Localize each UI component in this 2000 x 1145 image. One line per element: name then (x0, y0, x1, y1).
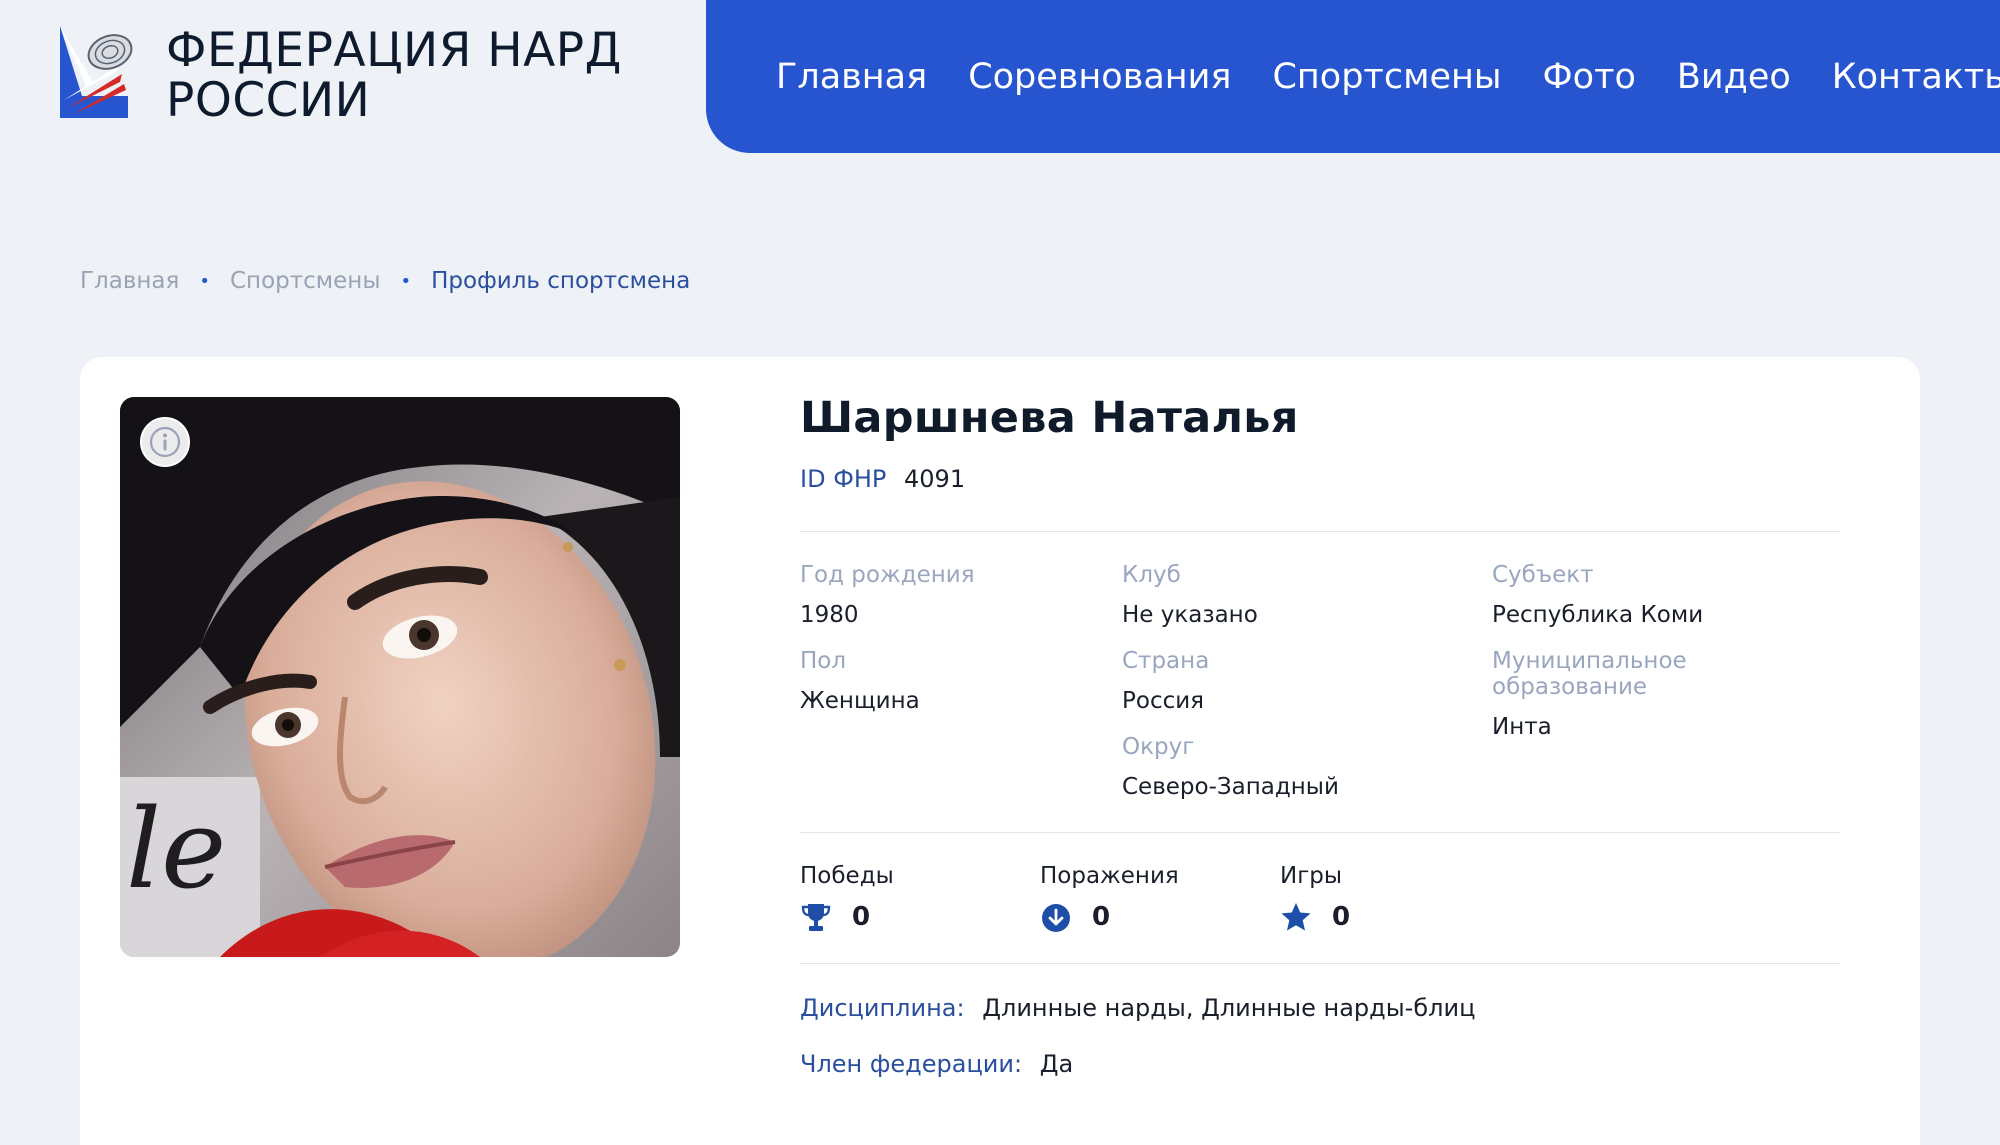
membership-row: Член федерации: Да (800, 1050, 1840, 1078)
nav-contacts[interactable]: Контакты (1832, 57, 2000, 97)
field-label: Округ (1122, 734, 1195, 760)
site-logo[interactable]: ФЕДЕРАЦИЯ НАРД РОССИИ (60, 26, 622, 126)
field-country: Страна Россия (1122, 648, 1209, 714)
nav-home[interactable]: Главная (776, 57, 927, 97)
nav-photo[interactable]: Фото (1543, 57, 1636, 97)
stat-losses: Поражения 0 (1040, 863, 1179, 933)
trophy-icon (800, 901, 832, 933)
field-value: Россия (1122, 688, 1205, 714)
field-district: Округ Северо-Западный (1122, 734, 1339, 800)
stat-label: Победы (800, 863, 894, 889)
breadcrumb-home[interactable]: Главная (80, 268, 179, 294)
breadcrumb-separator: • (400, 270, 412, 292)
field-label: Муниципальное образование (1492, 648, 1687, 700)
field-label: Страна (1122, 648, 1210, 674)
discipline-label: Дисциплина: (800, 994, 965, 1022)
field-value: Республика Коми (1492, 602, 1704, 628)
field-value: Женщина (800, 688, 920, 714)
stat-label: Поражения (1040, 863, 1179, 889)
athlete-details: Шаршнева Наталья ID ФНР 4091 Год рождени… (800, 393, 1840, 1106)
field-label: Пол (800, 648, 847, 674)
main-nav: Главная Соревнования Спортсмены Фото Вид… (706, 0, 2000, 153)
page: ФЕДЕРАЦИЯ НАРД РОССИИ Главная Соревнован… (0, 0, 2000, 1145)
field-value: Северо-Западный (1122, 774, 1339, 800)
profile-card: le Шаршнева Наталья ID ФНР 4091 Год рожд… (80, 357, 1920, 1145)
athlete-id-value: 4091 (904, 465, 966, 493)
field-municipality: Муниципальное образование Инта (1492, 648, 1840, 740)
nav-athletes[interactable]: Спортсмены (1272, 57, 1501, 97)
stat-games: Игры 0 (1280, 863, 1350, 933)
field-club: Клуб Не указано (1122, 562, 1258, 628)
athlete-id: ID ФНР 4091 (800, 465, 1840, 493)
field-subject: Субъект Республика Коми (1492, 562, 1703, 628)
field-label: Год рождения (800, 562, 975, 588)
discipline-row: Дисциплина: Длинные нарды, Длинные нарды… (800, 994, 1840, 1022)
athlete-photo: le (120, 397, 680, 957)
logo-line-1: ФЕДЕРАЦИЯ НАРД (166, 23, 622, 78)
logo-text: ФЕДЕРАЦИЯ НАРД РОССИИ (166, 26, 622, 126)
breadcrumb-athletes[interactable]: Спортсмены (230, 268, 381, 294)
athlete-meta: Дисциплина: Длинные нарды, Длинные нарды… (800, 994, 1840, 1078)
breadcrumb-separator: • (199, 270, 210, 292)
field-value: Не указано (1122, 602, 1258, 628)
stat-value: 0 (1332, 902, 1351, 932)
athlete-stats: Победы 0 Поражения 0 Игры 0 (800, 833, 1840, 963)
field-value: Инта (1492, 714, 1552, 740)
divider (800, 963, 1840, 964)
breadcrumb-current: Профиль спортсмена (431, 268, 691, 294)
stat-value: 0 (1092, 902, 1111, 932)
nav-competitions[interactable]: Соревнования (968, 57, 1231, 97)
field-birth-year: Год рождения 1980 (800, 562, 975, 628)
stat-label: Игры (1280, 863, 1343, 889)
discipline-value: Длинные нарды, Длинные нарды-блиц (982, 994, 1476, 1022)
athlete-name: Шаршнева Наталья (800, 393, 1299, 443)
logo-line-2: РОССИИ (166, 73, 371, 128)
star-icon (1280, 901, 1312, 933)
breadcrumb: Главная • Спортсмены • Профиль спортсмен… (80, 268, 690, 294)
info-icon (149, 426, 181, 458)
nav-video[interactable]: Видео (1677, 57, 1791, 97)
membership-value: Да (1039, 1050, 1074, 1078)
field-value: 1980 (800, 602, 859, 628)
svg-text:le: le (126, 785, 226, 913)
stat-value: 0 (852, 902, 871, 932)
athlete-id-label: ID ФНР (800, 465, 887, 493)
athlete-info-grid: Год рождения 1980 Пол Женщина Клуб Не ук… (800, 532, 1840, 832)
field-label: Субъект (1492, 562, 1594, 588)
membership-label: Член федерации: (800, 1050, 1023, 1078)
federation-logo-icon (60, 26, 140, 118)
arrow-down-circle-icon (1040, 901, 1072, 933)
field-label: Клуб (1122, 562, 1181, 588)
field-gender: Пол Женщина (800, 648, 920, 714)
stat-wins: Победы 0 (800, 863, 894, 933)
photo-info-button[interactable] (140, 417, 190, 467)
